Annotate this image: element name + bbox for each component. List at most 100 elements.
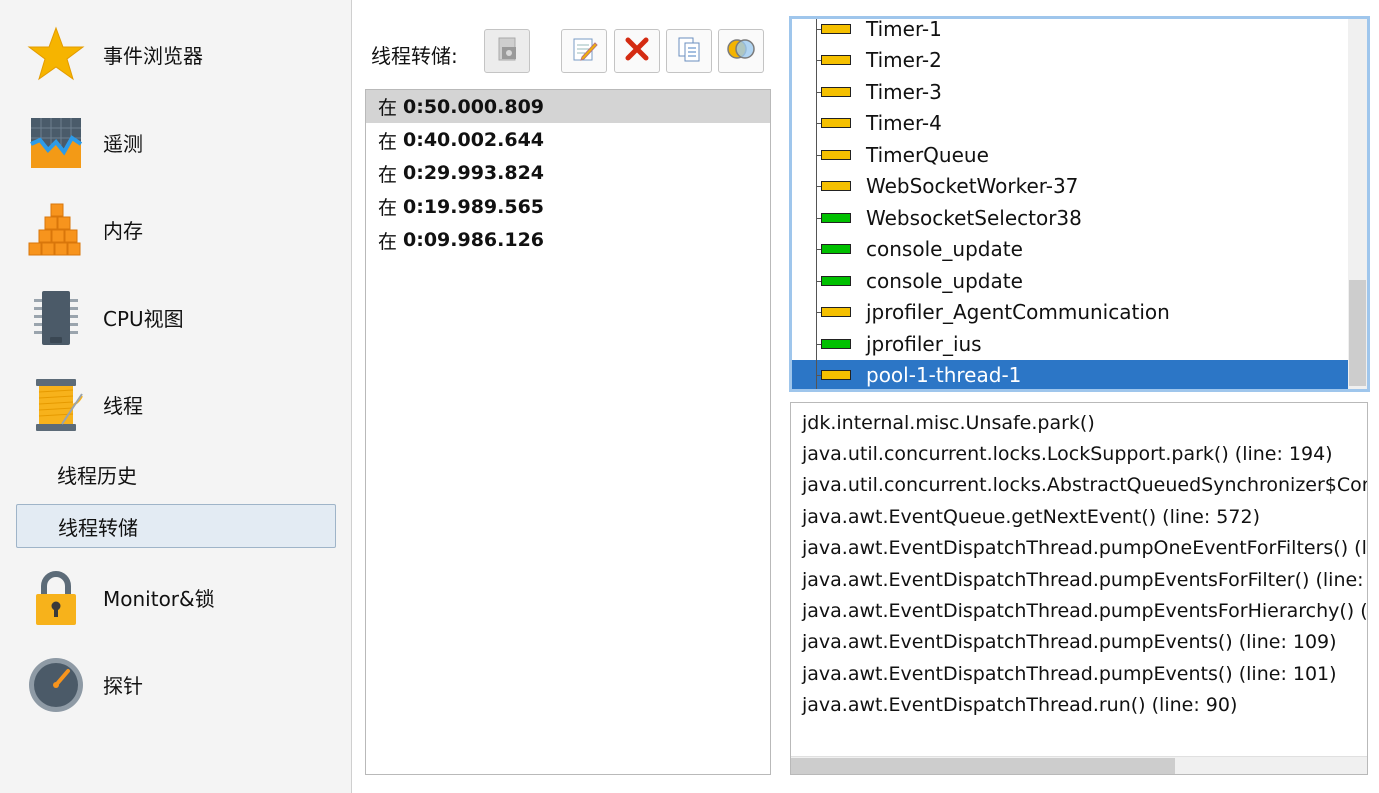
thread-name: WebsocketSelector38 — [866, 205, 1082, 230]
thread-name: console_update — [866, 268, 1023, 293]
thread-tree-item[interactable]: Timer-4 — [792, 107, 1352, 139]
thread-dump-time: 0:50.000.809 — [403, 95, 545, 118]
padlock-icon — [26, 569, 86, 627]
star-icon — [26, 26, 86, 84]
thread-dump-item[interactable]: 在 0:50.000.809 — [366, 90, 770, 124]
thread-tree[interactable]: Timer-1 Timer-2 Timer-3 Timer-4 TimerQueue We… — [789, 16, 1370, 392]
stack-frame[interactable]: java.util.concurrent.locks.LockSupport.p… — [802, 438, 1367, 469]
thread-name: TimerQueue — [866, 142, 989, 167]
thread-name: Timer-1 — [866, 16, 942, 41]
nav-memory[interactable]: 内存 — [0, 194, 352, 264]
thread-tree-item[interactable]: WebsocketSelector38 — [792, 202, 1352, 234]
nav-telemetry-label: 遥测 — [103, 131, 143, 156]
nav-probes[interactable]: 探针 — [0, 649, 352, 719]
thread-dump-prefix: 在 — [378, 163, 398, 186]
stack-frame[interactable]: java.util.concurrent.locks.AbstractQueue… — [802, 470, 1367, 501]
stack-frame[interactable]: java.awt.EventDispatchThread.pumpEvents(… — [802, 627, 1367, 658]
thread-dumps-label: 线程转储: — [371, 44, 458, 68]
nav-monitors-locks-label: Monitor&锁 — [103, 586, 215, 611]
delete-icon — [623, 35, 651, 67]
thread-name: console_update — [866, 237, 1023, 262]
copy-icon — [675, 35, 703, 67]
thread-dump-time: 0:29.993.824 — [403, 162, 545, 185]
thread-state-indicator — [821, 181, 851, 192]
nav-event-browser[interactable]: 事件浏览器 — [0, 19, 352, 89]
nav-event-browser-label: 事件浏览器 — [103, 43, 203, 68]
compare-dumps-button[interactable] — [718, 29, 764, 73]
thread-tree-item[interactable]: console_update — [792, 233, 1352, 265]
thread-dump-list[interactable]: 在 0:50.000.809 在 0:40.002.644 在 0:29.993.824 在… — [365, 89, 771, 775]
thread-state-indicator — [821, 212, 851, 223]
nav-telemetry[interactable]: 遥测 — [0, 107, 352, 177]
thread-tree-item[interactable]: Timer-1 — [792, 16, 1352, 45]
thread-dump-item[interactable]: 在 0:19.989.565 — [366, 190, 770, 223]
stack-frame[interactable]: java.awt.EventDispatchThread.run() (line… — [802, 690, 1367, 721]
nav-thread-history[interactable]: 线程历史 — [16, 452, 336, 496]
stack-frame[interactable]: java.awt.EventDispatchThread.pumpEvents(… — [802, 658, 1367, 689]
thread-state-indicator — [821, 338, 851, 349]
thread-tree-rows: Timer-1 Timer-2 Timer-3 Timer-4 TimerQueue We… — [792, 16, 1352, 389]
nav-monitors-locks[interactable]: Monitor&锁 — [0, 562, 352, 632]
memory-blocks-icon — [26, 201, 86, 259]
stack-frame[interactable]: java.awt.EventDispatchThread.pumpEventsF… — [802, 564, 1367, 595]
stack-frame[interactable]: jdk.internal.misc.Unsafe.park() — [802, 407, 1367, 438]
nav-thread-dumps-label: 线程转储 — [58, 515, 138, 540]
thread-state-indicator — [821, 149, 851, 160]
thread-tree-item[interactable]: pool-1-thread-1 — [792, 359, 1352, 389]
thread-dump-prefix: 在 — [378, 130, 398, 153]
thread-tree-item[interactable]: jprofiler_ius — [792, 328, 1352, 360]
thread-dump-item[interactable]: 在 0:09.986.126 — [366, 224, 770, 257]
thread-dump-prefix: 在 — [378, 97, 398, 120]
thread-tree-item[interactable]: Timer-2 — [792, 44, 1352, 76]
thread-tree-item[interactable]: console_update — [792, 265, 1352, 297]
nav-threads[interactable]: 线程 — [0, 369, 352, 439]
thread-name: Timer-3 — [866, 79, 942, 104]
thread-dump-prefix: 在 — [378, 230, 398, 253]
nav-memory-label: 内存 — [103, 218, 143, 243]
stack-frame[interactable]: java.awt.EventDispatchThread.pumpEventsF… — [802, 595, 1367, 626]
nav-thread-dumps[interactable]: 线程转储 — [16, 504, 336, 548]
camera-icon — [493, 35, 521, 67]
thread-name: pool-1-thread-1 — [866, 363, 1022, 388]
take-dump-button[interactable] — [484, 29, 530, 73]
thread-dump-prefix: 在 — [378, 197, 398, 220]
thread-dump-time: 0:40.002.644 — [403, 129, 545, 152]
thread-tree-scrollbar[interactable] — [1348, 19, 1367, 389]
stack-trace-hscrollbar[interactable] — [791, 756, 1367, 774]
thread-spool-icon — [26, 376, 86, 434]
thread-state-indicator — [821, 275, 851, 286]
nav-cpu-view[interactable]: CPU视图 — [0, 282, 352, 352]
thread-dump-item[interactable]: 在 0:40.002.644 — [366, 123, 770, 156]
stack-frame[interactable]: java.awt.EventDispatchThread.pumpOneEven… — [802, 533, 1367, 564]
cpu-chip-icon — [26, 289, 86, 347]
stack-trace-panel[interactable]: jdk.internal.misc.Unsafe.park() java.util… — [790, 402, 1368, 775]
edit-icon — [570, 35, 598, 67]
thread-name: Timer-4 — [866, 111, 942, 136]
delete-dump-button[interactable] — [614, 29, 660, 73]
thread-name: jprofiler_AgentCommunication — [866, 300, 1170, 325]
nav-probes-label: 探针 — [103, 673, 143, 698]
copy-dump-button[interactable] — [666, 29, 712, 73]
thread-state-indicator — [821, 370, 851, 381]
thread-name: Timer-2 — [866, 48, 942, 73]
thread-tree-scrollbar-thumb[interactable] — [1349, 280, 1366, 386]
thread-state-indicator — [821, 307, 851, 318]
thread-dump-time: 0:19.989.565 — [403, 195, 545, 218]
thread-dump-time: 0:09.986.126 — [403, 229, 545, 252]
thread-tree-item[interactable]: Timer-3 — [792, 76, 1352, 108]
stack-trace-frames: jdk.internal.misc.Unsafe.park() java.util… — [802, 407, 1367, 721]
stack-trace-hscrollbar-thumb[interactable] — [791, 758, 1175, 774]
nav-cpu-view-label: CPU视图 — [103, 306, 184, 331]
thread-tree-item[interactable]: WebSocketWorker-37 — [792, 170, 1352, 202]
nav-threads-label: 线程 — [103, 393, 143, 418]
thread-state-indicator — [821, 118, 851, 129]
stack-frame[interactable]: java.awt.EventQueue.getNextEvent() (line… — [802, 501, 1367, 532]
sidebar: 事件浏览器 遥测 内存 CPU视图 线程 线程历史 线程转储 Monitor&锁… — [0, 0, 352, 793]
thread-tree-item[interactable]: jprofiler_AgentCommunication — [792, 296, 1352, 328]
edit-dump-button[interactable] — [561, 29, 607, 73]
thread-tree-item[interactable]: TimerQueue — [792, 139, 1352, 171]
gauge-icon — [26, 656, 86, 714]
thread-dump-item[interactable]: 在 0:29.993.824 — [366, 157, 770, 190]
thread-state-indicator — [821, 55, 851, 66]
thread-name: jprofiler_ius — [866, 331, 982, 356]
